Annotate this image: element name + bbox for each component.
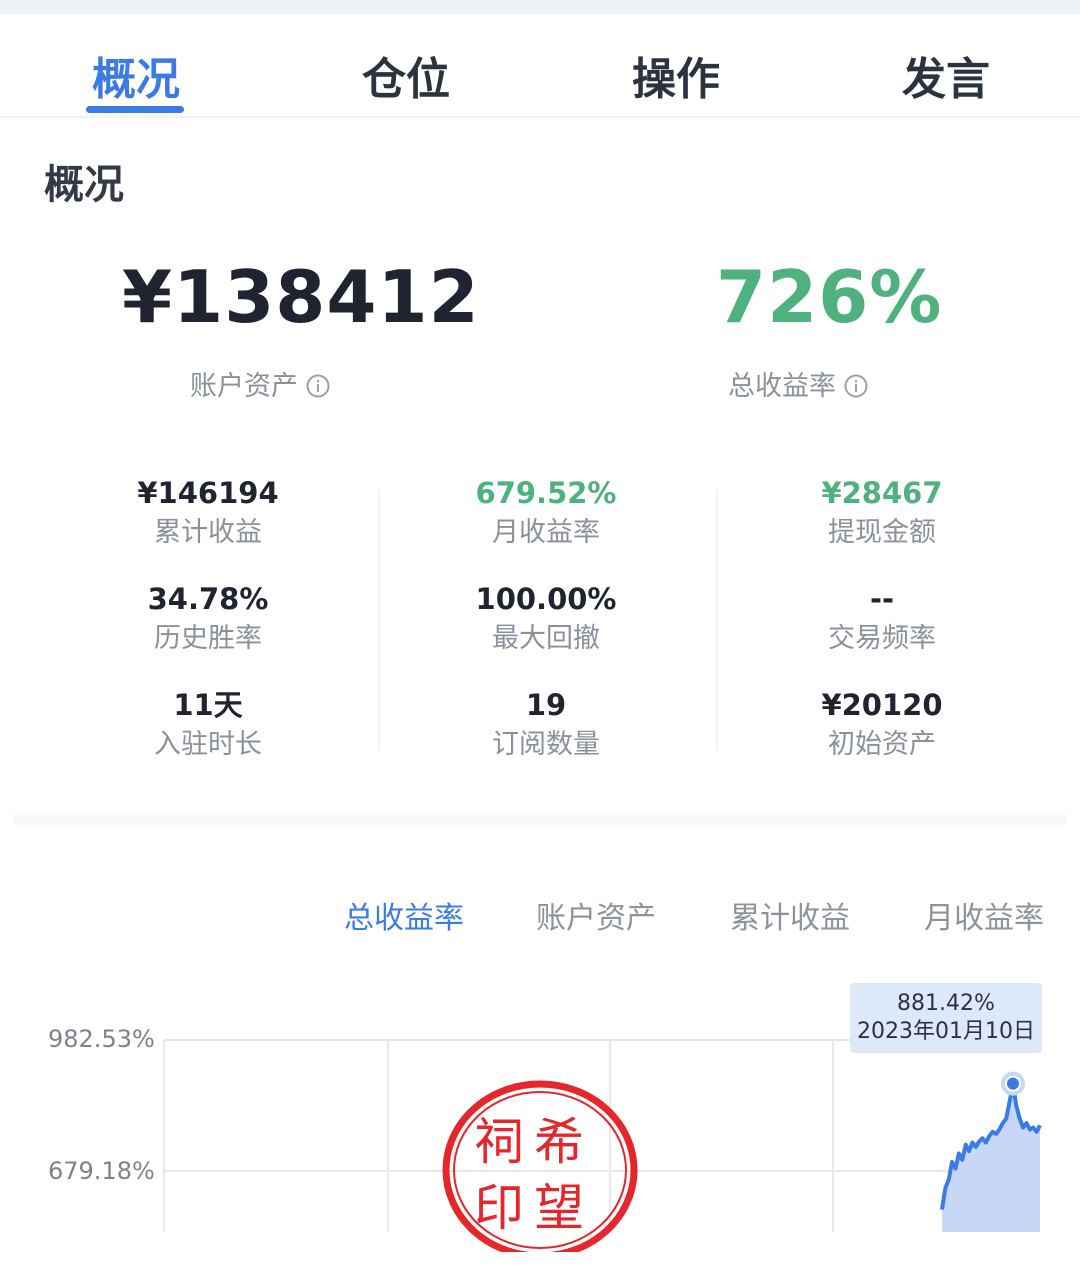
stat-value: 19: [525, 688, 567, 722]
total-return-value: 726%: [716, 255, 943, 339]
stat-value: 34.78%: [147, 582, 269, 616]
stat-label: 交易频率: [828, 623, 936, 654]
stat-cumulative-profit: ¥146194 累计收益: [108, 474, 308, 552]
chart-tab-cumulative-profit[interactable]: 累计收益: [730, 898, 850, 940]
stat-monthly-return: 679.52% 月收益率: [446, 474, 646, 552]
stat-value: --: [869, 582, 895, 616]
y-tick-label: 982.53%: [48, 1025, 155, 1053]
stat-label: 月收益率: [492, 517, 600, 548]
stat-subscriptions: 19 订阅数量: [446, 686, 646, 764]
stat-label: 入驻时长: [154, 729, 262, 760]
stat-value: 100.00%: [475, 582, 617, 616]
account-assets-label-text: 账户资产: [190, 371, 298, 402]
chart-tab-account-assets[interactable]: 账户资产: [536, 898, 656, 940]
section-title: 概况: [44, 162, 124, 208]
stat-max-drawdown: 100.00% 最大回撤: [446, 580, 646, 658]
stat-initial-assets: ¥20120 初始资产: [782, 686, 982, 764]
seal-text-line2: 印望: [474, 1179, 594, 1237]
stat-days-joined: 11天 入驻时长: [108, 686, 308, 764]
tooltip-date: 2023年01月10日: [857, 1019, 1035, 1044]
stat-value: 679.52%: [475, 476, 617, 510]
stat-label: 订阅数量: [492, 729, 600, 760]
stat-win-rate: 34.78% 历史胜率: [108, 580, 308, 658]
total-return-label-text: 总收益率: [728, 371, 836, 402]
status-strip: [0, 0, 1080, 14]
active-tab-indicator: [86, 106, 184, 113]
stat-value: ¥146194: [137, 476, 279, 510]
stat-withdrawal: ¥28467 提现金额: [782, 474, 982, 552]
chart-tab-total-return[interactable]: 总收益率: [344, 898, 464, 940]
stat-label: 累计收益: [154, 517, 262, 548]
chart-tooltip: 881.42% 2023年01月10日: [850, 983, 1042, 1053]
highlight-point[interactable]: [1006, 1077, 1019, 1090]
stat-trade-frequency: -- 交易频率: [782, 580, 982, 658]
info-icon[interactable]: [844, 374, 868, 398]
stat-label: 最大回撤: [492, 623, 600, 654]
column-divider: [716, 490, 718, 750]
section-separator: [14, 812, 1066, 826]
account-assets-label[interactable]: 账户资产: [190, 368, 330, 406]
tab-positions[interactable]: 仓位: [362, 52, 450, 108]
info-icon[interactable]: [306, 374, 330, 398]
y-tick-label: 679.18%: [48, 1157, 155, 1185]
top-tab-bar: 概况 仓位 操作 发言: [0, 14, 1080, 118]
total-return-label[interactable]: 总收益率: [728, 368, 868, 406]
stat-value: 11天: [173, 688, 243, 722]
stat-label: 提现金额: [828, 517, 936, 548]
stat-value: ¥20120: [821, 688, 943, 722]
chart-tab-monthly-return[interactable]: 月收益率: [924, 898, 1044, 940]
tab-posts[interactable]: 发言: [902, 52, 990, 108]
tooltip-value: 881.42%: [897, 991, 995, 1016]
account-assets-value: ¥138412: [122, 255, 480, 339]
column-divider: [378, 490, 380, 750]
tab-overview[interactable]: 概况: [92, 52, 180, 108]
stat-label: 初始资产: [828, 729, 936, 760]
seal-text-line1: 祠希: [474, 1113, 594, 1171]
stat-value: ¥28467: [821, 476, 943, 510]
stat-label: 历史胜率: [154, 623, 262, 654]
tab-operations[interactable]: 操作: [632, 52, 720, 108]
